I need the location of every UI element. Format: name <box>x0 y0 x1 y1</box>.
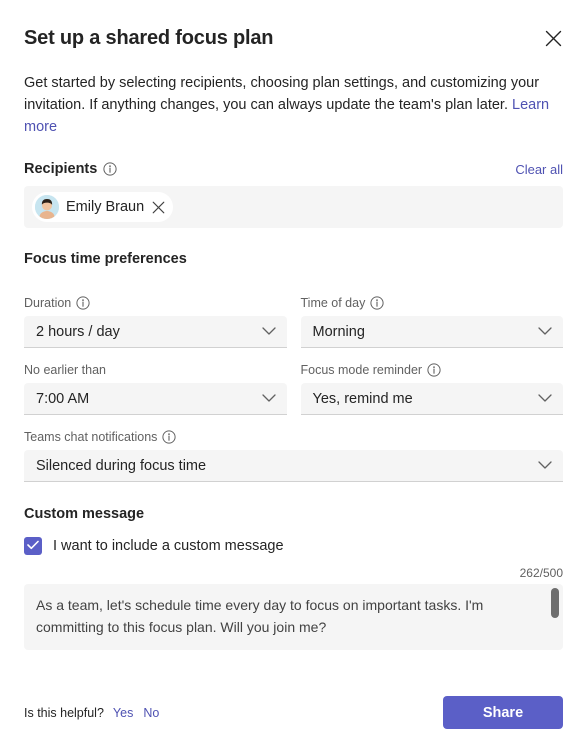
field-teams-chat-notifications: Teams chat notifications Silenced during… <box>24 429 563 482</box>
intro-text-block: Get started by selecting recipients, cho… <box>24 72 563 138</box>
field-time-of-day: Time of day Morning <box>300 295 564 348</box>
chevron-down-icon <box>261 324 276 340</box>
chevron-down-icon <box>538 324 552 340</box>
focus-preferences-header: Focus time preferences <box>24 251 563 267</box>
focus-preferences-heading: Focus time preferences <box>24 251 187 267</box>
close-icon <box>545 30 562 47</box>
teams-chat-notifications-select[interactable]: Silenced during focus time <box>24 450 563 482</box>
recipient-chip[interactable]: Emily Braun <box>32 192 174 222</box>
feedback-question: Is this helpful? <box>24 705 104 720</box>
field-no-earlier-than-label-row: No earlier than <box>24 362 287 378</box>
chevron-down-icon <box>538 391 552 407</box>
info-icon[interactable] <box>370 296 384 310</box>
focus-preferences-form: Duration 2 hours / day Time of day Morni… <box>24 281 563 482</box>
focus-mode-reminder-select[interactable]: Yes, remind me <box>300 383 563 415</box>
info-icon[interactable] <box>162 430 177 444</box>
field-duration-label-row: Duration <box>24 295 287 311</box>
remove-recipient-icon[interactable] <box>151 200 165 214</box>
field-duration: Duration 2 hours / day <box>24 295 287 348</box>
custom-message-textarea[interactable]: As a team, let's schedule time every day… <box>24 584 563 650</box>
scrollbar-thumb[interactable] <box>551 588 559 618</box>
include-custom-message-label: I want to include a custom message <box>53 538 284 554</box>
field-time-of-day-label: Time of day <box>300 296 366 310</box>
custom-message-text: As a team, let's schedule time every day… <box>36 597 488 635</box>
share-button[interactable]: Share <box>443 696 563 729</box>
duration-select[interactable]: 2 hours / day <box>24 316 287 348</box>
feedback-yes-link[interactable]: Yes <box>113 706 133 720</box>
include-custom-message-checkbox[interactable] <box>24 537 42 555</box>
field-focus-mode-reminder: Focus mode reminder Yes, remind me <box>300 362 564 415</box>
focus-mode-reminder-value: Yes, remind me <box>312 390 413 407</box>
info-icon[interactable] <box>103 162 117 176</box>
no-earlier-than-select[interactable]: 7:00 AM <box>24 383 287 415</box>
field-focus-mode-reminder-label-row: Focus mode reminder <box>301 362 564 378</box>
time-of-day-select[interactable]: Morning <box>300 316 563 348</box>
shared-focus-plan-dialog: Set up a shared focus plan Get started b… <box>0 0 587 753</box>
duration-value: 2 hours / day <box>36 323 120 340</box>
chevron-down-icon <box>538 458 552 474</box>
checkmark-icon <box>27 537 39 555</box>
feedback-no-link[interactable]: No <box>143 706 159 720</box>
info-icon[interactable] <box>427 363 441 377</box>
custom-message-heading: Custom message <box>24 506 145 522</box>
focus-preferences-heading-group: Focus time preferences <box>24 251 187 267</box>
field-teams-chat-notifications-label: Teams chat notifications <box>24 430 158 444</box>
clear-all-link[interactable]: Clear all <box>515 162 563 177</box>
page-title: Set up a shared focus plan <box>24 27 274 49</box>
dialog-footer: Is this helpful? Yes No Share <box>24 696 563 729</box>
recipients-header: Recipients Clear all <box>24 161 563 177</box>
feedback-group: Is this helpful? Yes No <box>24 706 169 720</box>
field-focus-mode-reminder-label: Focus mode reminder <box>300 363 423 377</box>
field-no-earlier-than-label: No earlier than <box>24 363 106 377</box>
textarea-scrollbar[interactable] <box>551 584 559 650</box>
info-icon[interactable] <box>76 296 90 310</box>
include-custom-message-row[interactable]: I want to include a custom message <box>24 537 563 555</box>
close-button[interactable] <box>537 22 569 54</box>
field-duration-label: Duration <box>24 296 72 310</box>
avatar <box>35 195 59 219</box>
dialog-header: Set up a shared focus plan <box>24 0 563 54</box>
chevron-down-icon <box>261 391 276 407</box>
intro-text: Get started by selecting recipients, cho… <box>24 75 540 113</box>
teams-chat-notifications-value: Silenced during focus time <box>36 457 207 474</box>
recipients-heading-group: Recipients <box>24 161 117 177</box>
time-of-day-value: Morning <box>312 323 365 340</box>
character-counter: 262/500 <box>519 566 563 580</box>
no-earlier-than-value: 7:00 AM <box>36 390 90 407</box>
field-no-earlier-than: No earlier than 7:00 AM <box>24 362 287 415</box>
recipient-name: Emily Braun <box>66 199 145 215</box>
field-teams-chat-notifications-label-row: Teams chat notifications <box>24 429 563 445</box>
recipients-input[interactable]: Emily Braun <box>24 186 563 228</box>
field-time-of-day-label-row: Time of day <box>301 295 564 311</box>
recipients-heading: Recipients <box>24 161 98 177</box>
